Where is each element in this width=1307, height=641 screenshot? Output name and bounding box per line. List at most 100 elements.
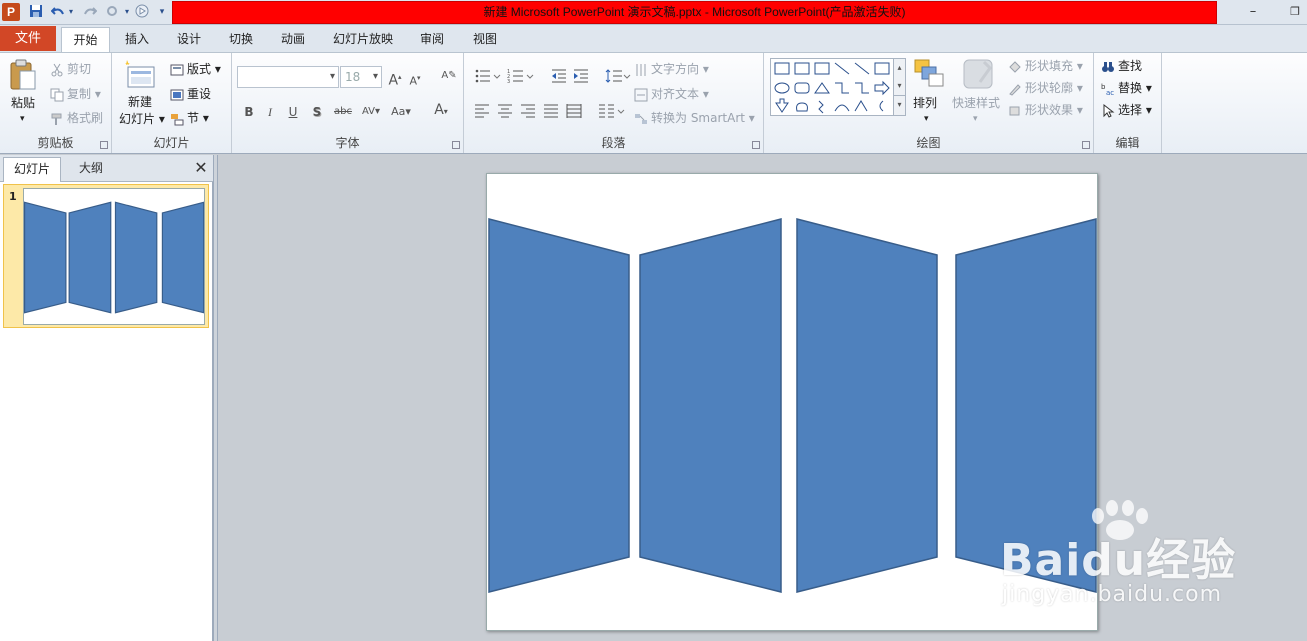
character-spacing-icon[interactable]: AV▾	[358, 103, 384, 121]
tab-slides[interactable]: 幻灯片	[3, 157, 61, 182]
dialog-launcher-icon[interactable]	[452, 141, 460, 149]
group-label: 编辑	[1115, 136, 1140, 150]
dialog-launcher-icon[interactable]	[752, 141, 760, 149]
strikethrough-icon[interactable]: abc	[332, 103, 354, 121]
reset-button[interactable]: 重设	[170, 86, 211, 102]
italic-icon[interactable]: I	[261, 103, 279, 121]
group-label: 幻灯片	[153, 136, 190, 150]
tab-design[interactable]: 设计	[167, 27, 211, 52]
scroll-up-icon[interactable]: ▴	[894, 59, 905, 77]
paste-icon[interactable]	[8, 59, 40, 91]
tab-review[interactable]: 审阅	[410, 27, 454, 52]
quick-styles-button[interactable]: 快速样式	[952, 95, 1000, 111]
new-slide-button[interactable]: 新建	[128, 94, 152, 110]
tab-file[interactable]: 文件	[0, 26, 56, 51]
redo-dropdown-icon[interactable]: ▾	[122, 4, 132, 20]
quick-styles-icon[interactable]	[962, 58, 994, 90]
shape-outline-label: 形状轮廓	[1025, 81, 1074, 95]
restore-button[interactable]: ❐	[1283, 3, 1307, 21]
quick-styles-dropdown-icon[interactable]: ▾	[973, 111, 978, 127]
tab-home[interactable]: 开始	[61, 27, 110, 53]
new-slide-dropdown[interactable]: 幻灯片 ▾	[119, 111, 165, 127]
section-button[interactable]: 节 ▾	[170, 110, 209, 126]
clear-formatting-icon[interactable]: A✎	[440, 67, 458, 85]
tab-animations[interactable]: 动画	[271, 27, 315, 52]
dialog-launcher-icon[interactable]	[100, 141, 108, 149]
grow-font-icon[interactable]: A▴	[386, 68, 404, 89]
thumbnail-shapes	[24, 201, 205, 314]
tab-view[interactable]: 视图	[463, 27, 507, 52]
shapes-gallery-scrollbar[interactable]: ▴ ▾ ▾	[893, 58, 906, 116]
font-name-combobox[interactable]	[237, 66, 339, 88]
close-panel-icon[interactable]: ✕	[192, 158, 210, 178]
distributed-icon[interactable]	[566, 103, 584, 119]
shape-effects-label: 形状效果	[1025, 103, 1074, 117]
shapes-gallery[interactable]	[770, 58, 894, 116]
minimize-button[interactable]: –	[1241, 3, 1265, 21]
gallery-more-icon[interactable]: ▾	[894, 95, 905, 114]
replace-button[interactable]: b ac 替换 ▾	[1101, 80, 1152, 97]
watermark-url: jingyan.baidu.com	[1002, 582, 1223, 607]
layout-button[interactable]: 版式 ▾	[170, 61, 221, 77]
tab-slideshow[interactable]: 幻灯片放映	[325, 27, 401, 52]
numbering-icon[interactable]: 123	[507, 68, 534, 85]
arrange-icon[interactable]	[913, 58, 945, 90]
select-button[interactable]: 选择 ▾	[1101, 102, 1152, 118]
align-text-icon	[634, 88, 648, 102]
find-button[interactable]: 查找	[1101, 58, 1142, 74]
justify-icon[interactable]	[543, 103, 561, 119]
columns-icon[interactable]	[598, 103, 626, 119]
start-slideshow-icon[interactable]	[134, 4, 150, 20]
change-case-icon[interactable]: Aa▾	[388, 103, 414, 121]
trapezoid-panel-3[interactable]	[796, 218, 938, 593]
arrange-dropdown-icon[interactable]: ▾	[924, 111, 929, 127]
slides-group: 幻灯片 新建 幻灯片 ▾ 版式 ▾ 重设 节 ▾	[112, 53, 232, 153]
text-direction-button[interactable]: 文字方向 ▾	[634, 61, 709, 77]
align-left-icon[interactable]	[474, 103, 492, 119]
paste-button[interactable]: 粘贴	[11, 95, 35, 111]
tab-insert[interactable]: 插入	[115, 27, 159, 52]
font-size-combobox[interactable]: 18	[340, 66, 382, 88]
watermark-logo: Baidu经验	[1000, 535, 1237, 586]
paragraph-group: 段落 123 文字方向 ▾ 对齐文本 ▾ 转换为 SmartArt ▾	[464, 53, 764, 153]
text-direction-label: 文字方向	[651, 62, 700, 76]
repeat-icon[interactable]	[104, 4, 120, 20]
scroll-down-icon[interactable]: ▾	[894, 77, 905, 95]
tab-outline[interactable]: 大纲	[62, 157, 120, 181]
dialog-launcher-icon[interactable]	[1082, 141, 1090, 149]
replace-icon: b ac	[1101, 82, 1115, 97]
align-text-button[interactable]: 对齐文本 ▾	[634, 86, 709, 102]
redo-icon[interactable]	[82, 4, 98, 20]
arrange-button[interactable]: 排列	[913, 95, 937, 111]
powerpoint-app-icon[interactable]: P	[2, 3, 20, 21]
cut-button[interactable]: 剪切	[50, 61, 91, 77]
customize-qat-icon[interactable]: ▾	[156, 4, 168, 20]
shape-fill-button[interactable]: 形状填充 ▾	[1008, 58, 1083, 74]
paste-dropdown-icon[interactable]: ▾	[20, 111, 25, 127]
tab-transitions[interactable]: 切换	[219, 27, 263, 52]
convert-smartart-button[interactable]: 转换为 SmartArt ▾	[634, 110, 755, 126]
baidu-watermark: Baidu经验 jingyan.baidu.com	[1000, 500, 1260, 610]
font-color-icon[interactable]: A▾	[428, 101, 454, 119]
align-center-icon[interactable]	[497, 103, 515, 119]
slide-thumbnail[interactable]	[23, 188, 205, 325]
trapezoid-panel-1[interactable]	[488, 218, 630, 593]
shape-effects-button[interactable]: 形状效果 ▾	[1008, 102, 1083, 118]
undo-icon[interactable]	[50, 4, 66, 20]
copy-button[interactable]: 复制 ▾	[50, 86, 101, 102]
trapezoid-panel-2[interactable]	[639, 218, 782, 593]
underline-icon[interactable]: U	[284, 103, 302, 121]
decrease-indent-icon[interactable]	[550, 68, 568, 84]
increase-indent-icon[interactable]	[572, 68, 590, 84]
save-icon[interactable]	[28, 4, 44, 20]
shrink-font-icon[interactable]: A▾	[406, 69, 424, 88]
line-spacing-icon[interactable]	[604, 68, 631, 84]
new-slide-icon[interactable]	[124, 59, 156, 91]
bullets-icon[interactable]	[474, 68, 501, 84]
shape-outline-button[interactable]: 形状轮廓 ▾	[1008, 80, 1083, 96]
text-shadow-icon[interactable]: S	[308, 103, 326, 121]
undo-dropdown-icon[interactable]: ▾	[66, 4, 76, 20]
format-painter-button[interactable]: 格式刷	[50, 110, 103, 126]
bold-icon[interactable]: B	[240, 103, 258, 121]
align-right-icon[interactable]	[520, 103, 538, 119]
